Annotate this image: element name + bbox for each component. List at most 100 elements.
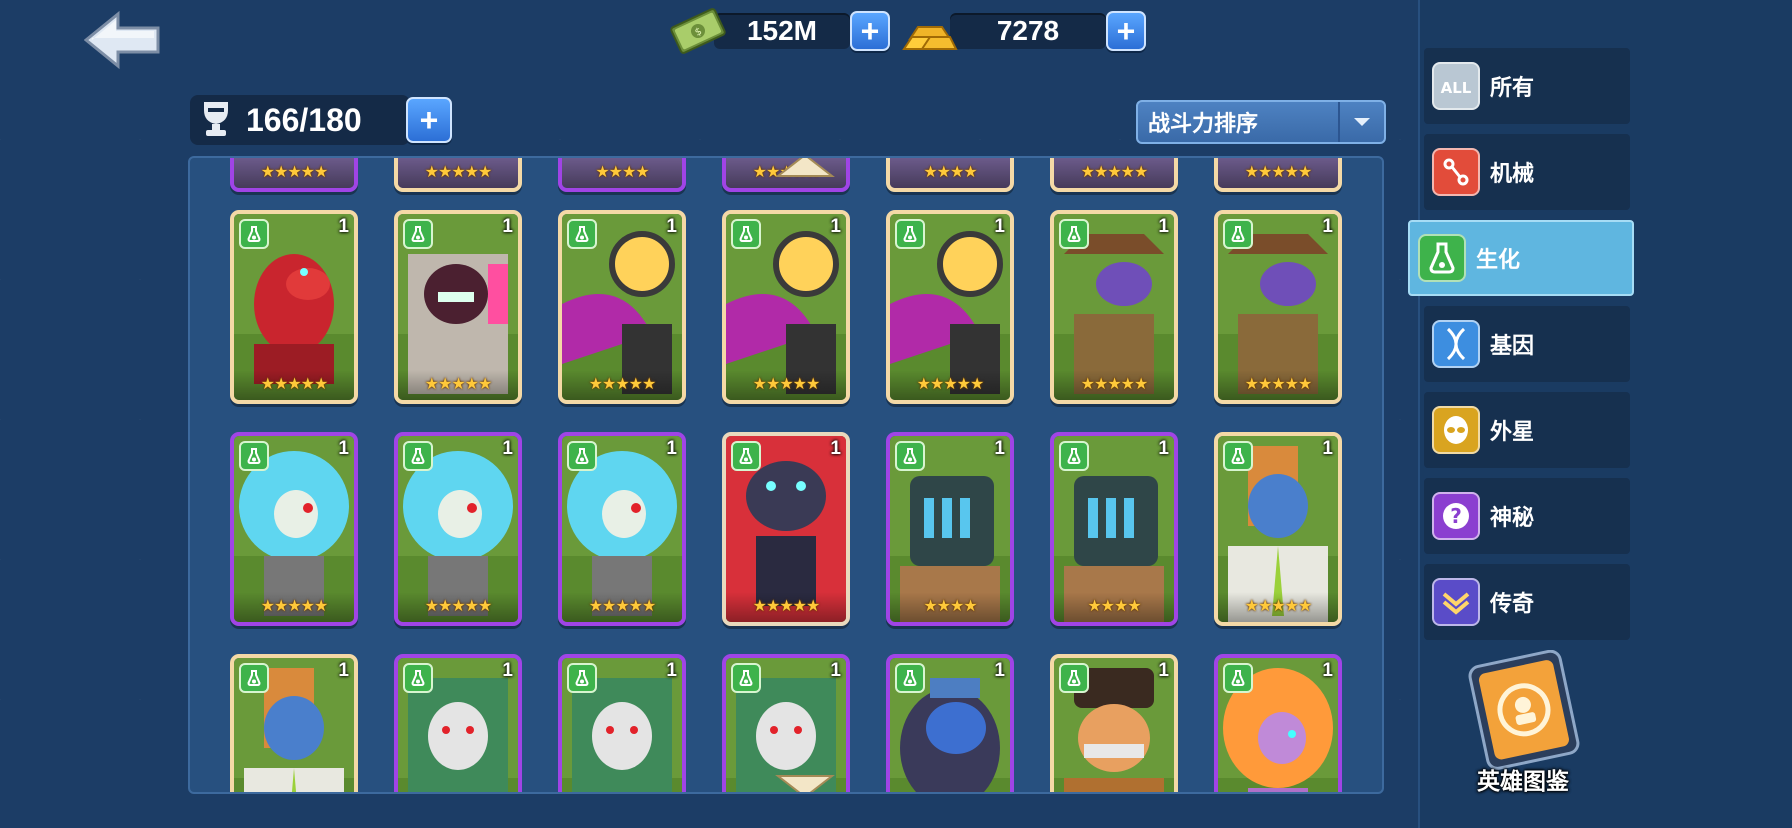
hero-card-partial[interactable]: ★★★★ <box>886 158 1014 192</box>
hero-stars: ★★★★★ <box>260 598 329 615</box>
scroll-down-arrow[interactable] <box>770 772 840 792</box>
hero-level: 1 <box>830 660 841 681</box>
hero-card-partial[interactable]: ★★★★★ <box>1214 158 1342 192</box>
biochem-flask-icon <box>1223 219 1253 249</box>
hero-stars: ★★★★★ <box>752 376 821 393</box>
hero-card-cowboy-lizard[interactable]: 1 ★★★★★ <box>1050 210 1178 404</box>
hero-card-red-bear[interactable]: 1 ★★★★★ <box>230 210 358 404</box>
capacity-text: 166/180 <box>246 101 362 138</box>
svg-text:ALL: ALL <box>1441 79 1472 97</box>
chevron-up-icon <box>775 158 835 177</box>
hero-stars: ★★★★ <box>1087 598 1141 615</box>
hero-stars: ★★★★★ <box>424 598 493 615</box>
hero-stars: ★★★★★ <box>1080 164 1149 181</box>
hero-card-hockey-zombie[interactable]: 1 <box>558 654 686 792</box>
hero-card-fireman[interactable]: 1 <box>1050 654 1178 792</box>
trophy-icon <box>204 102 228 136</box>
biochem-flask-icon <box>1059 219 1089 249</box>
hero-level: 1 <box>1322 216 1333 237</box>
category-tab-legend[interactable]: 传奇 <box>1424 564 1630 640</box>
gold-currency: 7278 + <box>900 11 1146 51</box>
hero-stars: ★★★★★ <box>1080 376 1149 393</box>
biochem-flask-icon <box>895 441 925 471</box>
hero-level: 1 <box>1322 660 1333 681</box>
hero-capacity: 166/180 + <box>190 92 452 148</box>
cash-amount: 152M <box>714 13 850 49</box>
biochem-flask-icon <box>403 441 433 471</box>
codex-book-icon <box>1468 649 1580 770</box>
gene-dna-icon <box>1432 320 1480 368</box>
category-label: 生化 <box>1476 247 1521 272</box>
hero-stars: ★★★★★ <box>260 376 329 393</box>
biochem-flask-icon <box>731 219 761 249</box>
hero-card-partial[interactable]: ★★★★★ <box>230 158 358 192</box>
hero-level: 1 <box>1158 438 1169 459</box>
category-label: 神秘 <box>1490 505 1535 530</box>
add-gold-button[interactable]: + <box>1106 11 1146 51</box>
hero-card-partial[interactable]: ★★★★★ <box>1050 158 1178 192</box>
hero-codex-label: 英雄图鉴 <box>1477 768 1569 794</box>
hero-card-blue-gorilla[interactable]: 1 <box>886 654 1014 792</box>
hero-card-blue-hair-girl[interactable]: 1 ★★★★★ <box>394 432 522 626</box>
hero-card-blue-scientist[interactable]: 1 <box>230 654 358 792</box>
hero-card-robot-gorilla[interactable]: 1 ★★★★★ <box>722 432 850 626</box>
category-tab-mech[interactable]: 机械 <box>1424 134 1630 210</box>
biochem-flask-icon <box>239 441 269 471</box>
hero-card-blue-hair-girl[interactable]: 1 ★★★★★ <box>558 432 686 626</box>
hero-stars: ★★★★★ <box>1244 598 1313 615</box>
hero-card-shark-diver[interactable]: 1 ★★★★★ <box>722 210 850 404</box>
hero-level: 1 <box>338 216 349 237</box>
hero-card-orange-hair-girl[interactable]: 1 <box>1214 654 1342 792</box>
back-arrow-button[interactable] <box>83 10 162 70</box>
hero-card-cowboy-lizard[interactable]: 1 ★★★★★ <box>1214 210 1342 404</box>
hero-card-shark-diver[interactable]: 1 ★★★★★ <box>886 210 1014 404</box>
category-tab-mystery[interactable]: ? 神秘 <box>1424 478 1630 554</box>
sort-selected-label: 战斗力排序 <box>1148 111 1259 136</box>
hero-stars: ★★★★ <box>923 164 977 181</box>
mystery-icon: ? <box>1432 492 1480 540</box>
hero-level: 1 <box>1158 216 1169 237</box>
gold-amount: 7278 <box>950 13 1106 49</box>
cash-currency: $ 152M + <box>668 8 890 54</box>
hero-level: 1 <box>666 438 677 459</box>
biochem-flask-icon <box>567 663 597 693</box>
scroll-up-arrow[interactable] <box>770 158 840 180</box>
add-cash-button[interactable]: + <box>850 11 890 51</box>
category-tab-alien[interactable]: 外星 <box>1424 392 1630 468</box>
hero-grid-panel[interactable]: ★★★★★★★★★★★★★★★★★★★★★★★★★★★★★★★★★1★★★★★1… <box>188 156 1384 794</box>
back-arrow-icon <box>83 10 160 70</box>
hero-level: 1 <box>338 438 349 459</box>
hero-card-partial[interactable]: ★★★★ <box>558 158 686 192</box>
hero-card-hockey-zombie[interactable]: 1 <box>394 654 522 792</box>
hero-card-cage-head[interactable]: 1 ★★★★ <box>1050 432 1178 626</box>
biochem-flask-icon <box>239 663 269 693</box>
hero-card-partial[interactable]: ★★★★★ <box>394 158 522 192</box>
legend-icon <box>1432 578 1480 626</box>
category-tab-gene-dna[interactable]: 基因 <box>1424 306 1630 382</box>
hero-stars: ★★★★★ <box>916 376 985 393</box>
sort-dropdown[interactable]: 战斗力排序 <box>1136 100 1386 144</box>
hero-stars: ★★★★★ <box>1244 164 1313 181</box>
category-tab-biochem-flask[interactable]: 生化 <box>1408 220 1634 296</box>
gold-bar-icon <box>902 26 958 50</box>
chevron-down-icon <box>775 775 835 792</box>
biochem-flask-icon <box>567 441 597 471</box>
hero-card-cage-head[interactable]: 1 ★★★★ <box>886 432 1014 626</box>
hero-stars: ★★★★★ <box>260 164 329 181</box>
biochem-flask-icon <box>895 663 925 693</box>
biochem-flask-icon <box>895 219 925 249</box>
hero-card-blue-hair-girl[interactable]: 1 ★★★★★ <box>230 432 358 626</box>
all-icon: ALL <box>1432 62 1480 110</box>
hero-card-shark-diver[interactable]: 1 ★★★★★ <box>558 210 686 404</box>
biochem-flask-icon <box>403 219 433 249</box>
hero-level: 1 <box>830 216 841 237</box>
hero-card-purple-ape[interactable]: 1 ★★★★★ <box>394 210 522 404</box>
hero-card-blue-scientist[interactable]: 1 ★★★★★ <box>1214 432 1342 626</box>
hero-level: 1 <box>666 660 677 681</box>
expand-capacity-button[interactable]: + <box>406 97 452 143</box>
hero-level: 1 <box>994 438 1005 459</box>
category-tab-all[interactable]: ALL 所有 <box>1424 48 1630 124</box>
hero-level: 1 <box>666 216 677 237</box>
biochem-flask-icon <box>1223 441 1253 471</box>
hero-stars: ★★★★★ <box>424 376 493 393</box>
